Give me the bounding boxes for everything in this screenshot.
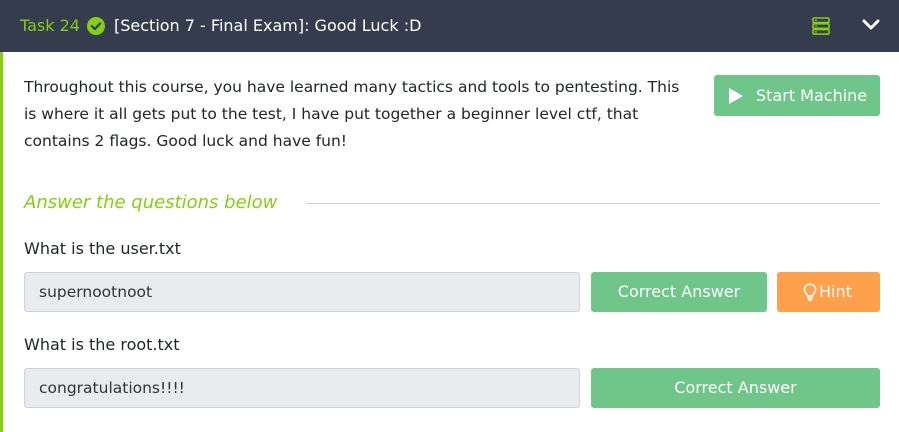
- start-machine-label: Start Machine: [756, 86, 868, 105]
- correct-answer-1-button[interactable]: Correct Answer: [591, 272, 767, 312]
- check-circle-icon: [87, 17, 105, 35]
- start-machine-button[interactable]: Start Machine: [714, 75, 880, 116]
- play-icon: [729, 88, 743, 104]
- task-card: Task 24 [Section 7 - Final Exam]: Good L…: [0, 0, 899, 432]
- hint-label: Hint: [819, 282, 852, 301]
- chevron-down-icon[interactable]: [862, 18, 880, 32]
- task-header[interactable]: Task 24 [Section 7 - Final Exam]: Good L…: [0, 0, 899, 52]
- question-2-text: What is the root.txt: [24, 335, 180, 354]
- question-1-text: What is the user.txt: [24, 239, 181, 258]
- task-description: Throughout this course, you have learned…: [24, 78, 680, 150]
- answer-2-field[interactable]: congratulations!!!!: [24, 368, 580, 408]
- heading-divider: [306, 203, 880, 204]
- answer-questions-heading: Answer the questions below: [24, 192, 278, 213]
- server-icon[interactable]: [811, 16, 831, 36]
- task-number: Task 24: [20, 16, 80, 35]
- correct-answer-2-button[interactable]: Correct Answer: [591, 368, 880, 408]
- task-title: [Section 7 - Final Exam]: Good Luck :D: [114, 16, 422, 35]
- hint-button[interactable]: Hint: [777, 272, 880, 312]
- answer-1-field[interactable]: supernootnoot: [24, 272, 580, 312]
- lightbulb-icon: [803, 283, 817, 301]
